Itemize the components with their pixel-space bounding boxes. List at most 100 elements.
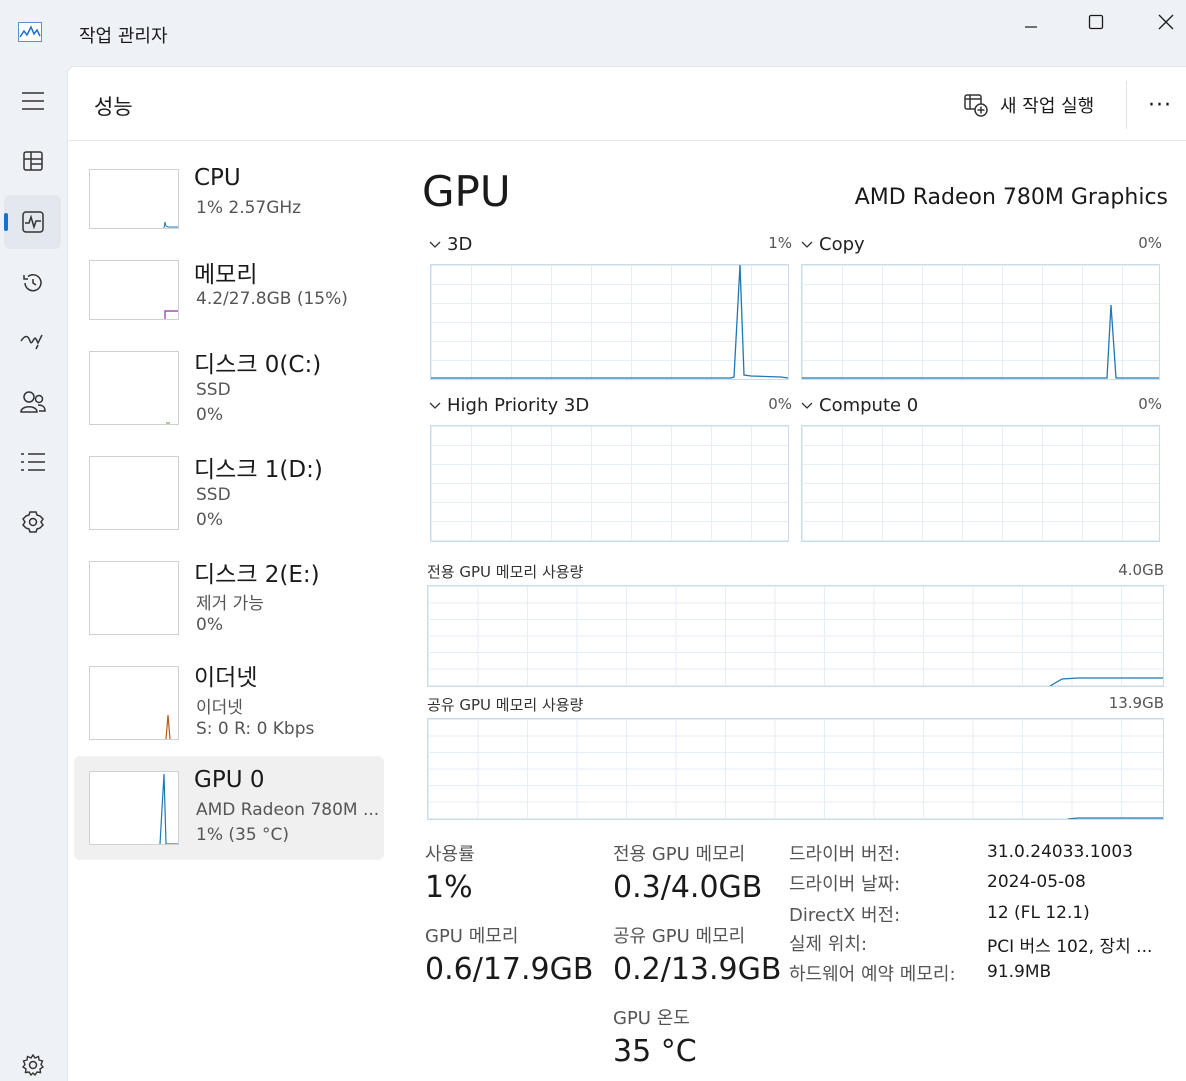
device-name: 디스크 1(D:) <box>194 457 323 483</box>
device-name: 디스크 0(C:) <box>194 352 322 378</box>
disk1-thumbnail-graph <box>89 456 179 530</box>
gpu-memory-label: GPU 메모리 <box>425 926 519 947</box>
utilization-label: 사용률 <box>425 844 475 865</box>
device-cpu[interactable]: CPU 1% 2.57GHz <box>74 151 384 255</box>
ethernet-thumbnail-graph <box>89 666 179 740</box>
nav-services[interactable] <box>4 495 61 549</box>
device-usage: 0% <box>196 615 223 635</box>
processes-icon <box>22 151 43 171</box>
page-title: 성능 <box>94 95 133 119</box>
gpu-temperature-label: GPU 온도 <box>613 1008 690 1029</box>
engine-percent: 0% <box>1138 395 1162 413</box>
directx-version-value: 12 (FL 12.1) <box>987 903 1090 923</box>
engine-label: Copy <box>819 234 865 255</box>
performance-icon <box>21 211 44 233</box>
engine-percent: 1% <box>768 234 792 252</box>
device-disk-0[interactable]: 디스크 0(C:) SSD 0% <box>74 337 384 441</box>
nav-details[interactable] <box>4 435 61 489</box>
dedicated-gpu-memory-value: 0.3/4.0GB <box>613 870 763 905</box>
task-manager-logo-icon <box>18 22 42 42</box>
driver-version-label: 드라이버 버전: <box>789 844 901 865</box>
main-panel: 성능 새 작업 실행 ··· CPU 1% 2.57GHz 메모리 4.2/27… <box>67 66 1186 1081</box>
device-model: AMD Radeon 780M ... <box>196 800 380 820</box>
nav-settings[interactable] <box>4 1038 61 1081</box>
engine-selector-3d[interactable]: 3D <box>429 234 472 255</box>
maximize-icon <box>1088 14 1104 30</box>
hardware-reserved-memory-label: 하드웨어 예약 메모리: <box>789 964 956 985</box>
minimize-button[interactable] <box>1008 8 1054 36</box>
driver-date-value: 2024-05-08 <box>987 872 1086 892</box>
device-type: 제거 가능 <box>196 594 264 614</box>
driver-date-label: 드라이버 날짜: <box>789 874 901 895</box>
device-gpu-0[interactable]: GPU 0 AMD Radeon 780M ... 1% (35 °C) <box>74 756 384 860</box>
physical-location-value: PCI 버스 102, 장치 ... <box>987 937 1153 957</box>
disk0-thumbnail-graph <box>89 351 179 425</box>
chevron-down-icon <box>801 241 813 248</box>
new-task-icon <box>964 94 988 117</box>
startup-icon <box>19 334 43 350</box>
device-type: 이더넷 <box>196 698 243 718</box>
engine-selector-high-priority-3d[interactable]: High Priority 3D <box>429 395 589 416</box>
nav-users[interactable] <box>4 375 61 429</box>
gpu-thumbnail-graph <box>89 771 179 845</box>
title-bar: 작업 관리자 <box>0 0 1186 66</box>
gpu-temperature-value: 35 °C <box>613 1034 697 1069</box>
more-options-button[interactable]: ··· <box>1148 93 1172 118</box>
physical-location-label: 실제 위치: <box>789 934 868 955</box>
nav-app-history[interactable] <box>4 256 61 310</box>
device-name: GPU 0 <box>194 767 265 793</box>
nav-performance[interactable] <box>4 195 61 249</box>
menu-icon <box>21 92 44 110</box>
device-usage: 0% <box>196 405 223 425</box>
engine-graph-copy <box>801 264 1160 380</box>
device-disk-1[interactable]: 디스크 1(D:) SSD 0% <box>74 442 384 546</box>
engine-label: Compute 0 <box>819 395 919 416</box>
maximize-button[interactable] <box>1073 8 1119 36</box>
shared-memory-graph <box>427 718 1164 820</box>
gpu-model-name: AMD Radeon 780M Graphics <box>854 185 1168 210</box>
nav-processes[interactable] <box>4 134 61 188</box>
device-detail: 1% 2.57GHz <box>196 198 302 218</box>
run-new-task-label: 새 작업 실행 <box>1000 96 1095 117</box>
device-type: SSD <box>196 485 231 505</box>
device-disk-2[interactable]: 디스크 2(E:) 제거 가능 0% <box>74 547 384 651</box>
chevron-down-icon <box>429 402 441 409</box>
close-icon <box>1158 14 1174 30</box>
device-usage: 0% <box>196 510 223 530</box>
close-button[interactable] <box>1143 8 1186 36</box>
engine-selector-copy[interactable]: Copy <box>801 234 865 255</box>
navigation-rail <box>0 66 66 1081</box>
run-new-task-button[interactable]: 새 작업 실행 <box>964 89 1094 121</box>
device-ethernet[interactable]: 이더넷 이더넷 S: 0 R: 0 Kbps <box>74 651 384 755</box>
dedicated-gpu-memory-label: 전용 GPU 메모리 <box>613 844 746 865</box>
device-detail: 4.2/27.8GB (15%) <box>196 289 348 309</box>
device-memory[interactable]: 메모리 4.2/27.8GB (15%) <box>74 243 384 347</box>
chevron-down-icon <box>429 241 441 248</box>
driver-version-value: 31.0.24033.1003 <box>987 842 1134 862</box>
device-throughput: S: 0 R: 0 Kbps <box>196 719 315 739</box>
engine-graph-high-priority-3d <box>430 425 789 542</box>
app-title: 작업 관리자 <box>79 26 168 47</box>
device-name: CPU <box>194 165 241 191</box>
device-usage: 1% (35 °C) <box>196 825 290 845</box>
shared-gpu-memory-value: 0.2/13.9GB <box>613 952 782 987</box>
users-icon <box>19 391 46 413</box>
settings-icon <box>21 1054 44 1076</box>
gpu-memory-value: 0.6/17.9GB <box>425 952 594 987</box>
engine-graph-3d <box>430 264 789 380</box>
active-indicator <box>4 213 8 231</box>
engine-percent: 0% <box>1138 234 1162 252</box>
nav-startup[interactable] <box>4 314 61 368</box>
engine-percent: 0% <box>768 395 792 413</box>
disk2-thumbnail-graph <box>89 561 179 635</box>
directx-version-label: DirectX 버전: <box>789 905 901 926</box>
detail-title: GPU <box>422 167 511 216</box>
engine-label: 3D <box>447 234 473 255</box>
engine-graph-compute-0 <box>801 425 1160 542</box>
hamburger-menu-button[interactable] <box>4 74 61 128</box>
engine-selector-compute-0[interactable]: Compute 0 <box>801 395 918 416</box>
device-name: 메모리 <box>194 262 258 288</box>
minimize-icon <box>1025 26 1037 28</box>
cpu-thumbnail-graph <box>89 169 179 229</box>
chevron-down-icon <box>801 402 813 409</box>
